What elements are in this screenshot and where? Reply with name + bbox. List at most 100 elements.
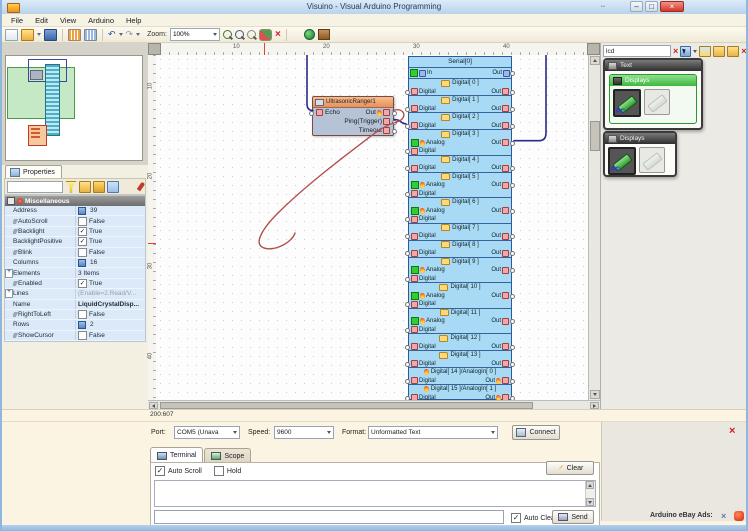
select-pointer-icon[interactable]: [680, 46, 691, 57]
subcategory-displays-header[interactable]: Displays: [610, 75, 696, 86]
new-category-icon[interactable]: [699, 46, 711, 57]
property-row[interactable]: Backlight ✓True: [5, 227, 145, 237]
menu-item[interactable]: View: [55, 15, 81, 26]
property-value[interactable]: False: [75, 248, 145, 257]
close-button[interactable]: ×: [660, 1, 684, 12]
maximize-button[interactable]: □: [645, 1, 658, 12]
expand-categories-icon[interactable]: [713, 46, 725, 57]
property-value[interactable]: 39: [75, 206, 145, 215]
property-value[interactable]: (Enable=2.Read/V...: [75, 289, 145, 298]
vertical-scroll-thumb[interactable]: [590, 121, 600, 151]
scroll-down-button[interactable]: [590, 390, 600, 399]
zoom-combo[interactable]: 100%: [170, 28, 220, 41]
collapse-all-icon[interactable]: [93, 181, 105, 193]
property-row[interactable]: + Elements 3 Items: [5, 268, 145, 278]
collapse-categories-icon[interactable]: [727, 46, 739, 57]
autoclear-checkbox[interactable]: ✓Auto Clear: [511, 513, 557, 523]
speed-combo[interactable]: 9600: [274, 426, 334, 439]
menu-item[interactable]: Edit: [30, 15, 53, 26]
property-row[interactable]: + Lines (Enable=2.Read/V...: [5, 289, 145, 299]
horizontal-scroll-thumb[interactable]: [160, 402, 533, 409]
ads-settings-icon[interactable]: ×: [721, 511, 731, 521]
scroll-right-button[interactable]: [590, 402, 599, 409]
open-project-icon[interactable]: [21, 29, 34, 41]
upload-board-icon[interactable]: [318, 29, 330, 40]
port-combo[interactable]: COM5 (Unava: [174, 426, 240, 439]
expander-icon[interactable]: +: [5, 289, 13, 298]
property-value[interactable]: ✓True: [75, 227, 145, 236]
clear-search-icon[interactable]: ×: [673, 47, 678, 56]
filter-icon[interactable]: [65, 181, 77, 193]
zoom-out-icon[interactable]: [235, 30, 244, 39]
scroll-up-button[interactable]: [590, 56, 600, 65]
categorized-view-icon[interactable]: [107, 181, 119, 193]
undo-icon[interactable]: ↶: [108, 30, 116, 40]
delete-icon[interactable]: ×: [275, 30, 281, 40]
wire-digital3-out[interactable]: [514, 55, 546, 141]
checkbox-checked-icon[interactable]: ✓: [78, 237, 87, 246]
web-icon[interactable]: [304, 29, 315, 40]
scroll-up-button[interactable]: [586, 481, 594, 489]
property-value[interactable]: ✓True: [75, 237, 145, 246]
hold-checkbox[interactable]: Hold: [214, 466, 241, 476]
ads-logo-icon[interactable]: [734, 511, 744, 521]
category-displays-header[interactable]: Displays: [605, 133, 675, 144]
wire-out-to-lcd[interactable]: [259, 110, 404, 249]
property-row[interactable]: AutoScroll False: [5, 216, 145, 226]
tab-terminal[interactable]: Terminal: [150, 447, 203, 463]
vertical-scrollbar[interactable]: [588, 55, 600, 400]
property-row[interactable]: Columns 16: [5, 258, 145, 268]
send-input[interactable]: [154, 510, 504, 524]
canvas-content[interactable]: Serial[0] In Out Digital[ 0 ]: [156, 55, 588, 400]
save-project-icon[interactable]: [44, 29, 57, 41]
property-row[interactable]: Blink False: [5, 248, 145, 258]
open-dropdown-icon[interactable]: [37, 33, 41, 36]
refresh-icon[interactable]: [259, 29, 272, 41]
property-row[interactable]: Address 39: [5, 206, 145, 216]
delete-filter-icon[interactable]: ×: [741, 47, 746, 56]
checkbox-checked-icon[interactable]: ✓: [78, 279, 87, 288]
checkbox-unchecked-icon[interactable]: [78, 331, 87, 340]
checkbox-unchecked-icon[interactable]: [78, 310, 87, 319]
property-value[interactable]: 2: [75, 320, 145, 329]
expander-icon[interactable]: +: [5, 269, 13, 278]
property-row[interactable]: Enabled ✓True: [5, 279, 145, 289]
property-value[interactable]: 3 Items: [75, 268, 145, 277]
property-value[interactable]: False: [75, 216, 145, 225]
property-row[interactable]: Name LiquidCrystalDisp...: [5, 300, 145, 310]
wire-in-to-echo[interactable]: [307, 55, 313, 111]
pin-icon[interactable]: [137, 182, 145, 192]
properties-search-input[interactable]: [7, 181, 63, 193]
tab-scope[interactable]: Scope: [204, 448, 251, 463]
autoscroll-checkbox[interactable]: ✓Auto Scroll: [155, 466, 202, 476]
property-row[interactable]: ShowCursor False: [5, 331, 145, 341]
property-row[interactable]: Rows 2: [5, 320, 145, 330]
pointer-dropdown-icon[interactable]: [693, 50, 697, 53]
property-value[interactable]: False: [75, 331, 145, 340]
toggle-panel-right-icon[interactable]: [84, 29, 97, 41]
scroll-down-button[interactable]: [586, 498, 594, 506]
disconnect-icon[interactable]: ×: [729, 426, 735, 437]
menu-item[interactable]: Help: [121, 15, 146, 26]
horizontal-scrollbar[interactable]: [148, 400, 600, 409]
zoom-reset-icon[interactable]: [247, 30, 256, 39]
checkbox-checked-icon[interactable]: ✓: [78, 227, 87, 236]
format-combo[interactable]: Unformatted Text: [368, 426, 498, 439]
terminal-output[interactable]: [154, 480, 596, 507]
checkbox-unchecked-icon[interactable]: [78, 217, 87, 226]
tab-properties[interactable]: Properties: [5, 165, 62, 179]
property-value[interactable]: ✓True: [75, 279, 145, 288]
property-row[interactable]: BacklightPositive ✓True: [5, 237, 145, 247]
property-value[interactable]: False: [75, 310, 145, 319]
design-overview-minimap[interactable]: [5, 55, 143, 161]
lcd-component-tile[interactable]: PC: [613, 89, 641, 117]
clear-button[interactable]: Clear: [546, 461, 594, 475]
redo-icon[interactable]: ↷: [126, 30, 134, 40]
redo-dropdown-icon[interactable]: [136, 33, 140, 36]
lcd-component-tile[interactable]: PC: [608, 147, 636, 175]
category-text-header[interactable]: Text: [605, 60, 701, 71]
undo-dropdown-icon[interactable]: [119, 33, 123, 36]
terminal-scrollbar[interactable]: [585, 481, 595, 506]
scroll-left-button[interactable]: [149, 402, 158, 409]
palette-search-input[interactable]: lcd: [603, 45, 671, 57]
